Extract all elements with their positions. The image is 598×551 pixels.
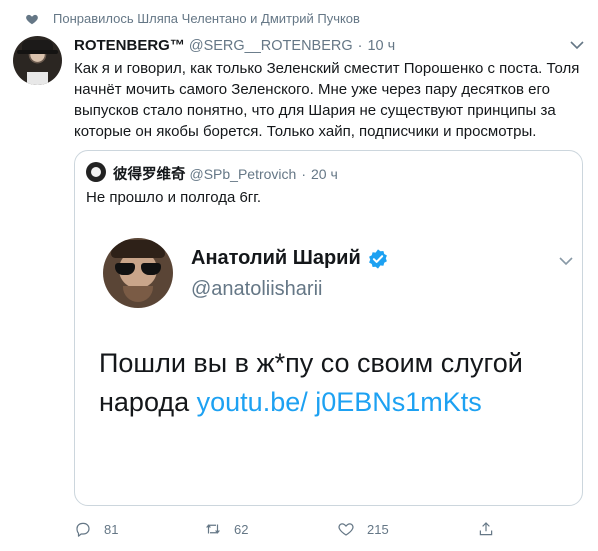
embedded-author-name: Анатолий Шарий xyxy=(191,247,389,270)
share-button[interactable] xyxy=(477,520,507,538)
tweet-header: ROTENBERG™ @SERG__ROTENBERG · 10 ч xyxy=(74,37,395,54)
reply-icon xyxy=(76,522,90,537)
retweet-icon xyxy=(206,524,220,534)
social-context: Понравилось Шляпа Челентано и Дмитрий Пу… xyxy=(26,11,360,26)
author-name[interactable]: ROTENBERG™ xyxy=(74,37,185,54)
retweet-count: 62 xyxy=(234,521,249,537)
embedded-name-text: Анатолий Шарий xyxy=(191,247,361,269)
quoted-tweet[interactable]: 彼得罗维奇 @SPb_Petrovich · 20 ч Не прошло и … xyxy=(74,150,583,506)
embedded-text-link: youtu.be/ j0EBNs1mKts xyxy=(196,387,482,417)
tweet-actions: 81 62 215 xyxy=(74,520,594,542)
reply-count: 81 xyxy=(104,521,119,537)
author-handle[interactable]: @SERG__ROTENBERG xyxy=(189,38,353,54)
retweet-button[interactable]: 62 xyxy=(204,520,248,538)
like-button[interactable]: 215 xyxy=(337,520,389,538)
heart-icon xyxy=(26,14,38,25)
separator-dot: · xyxy=(357,38,363,54)
reply-button[interactable]: 81 xyxy=(74,520,118,538)
chevron-down-icon[interactable] xyxy=(569,39,585,51)
quoted-author-handle[interactable]: @SPb_Petrovich xyxy=(190,166,297,182)
share-icon xyxy=(479,522,493,536)
embedded-author-handle: @anatoliisharii xyxy=(191,278,323,300)
quoted-author-name[interactable]: 彼得罗维奇 xyxy=(113,163,186,184)
separator-dot: · xyxy=(301,166,306,182)
embedded-avatar xyxy=(103,238,173,308)
like-count: 215 xyxy=(367,521,389,537)
verified-badge-icon xyxy=(368,248,387,269)
embedded-tweet-text: Пошли вы в ж*пу со своим слугой народа y… xyxy=(99,344,539,422)
tweet-text: Как я и говорил, как только Зеленский см… xyxy=(74,60,580,140)
like-icon xyxy=(338,523,354,536)
quoted-time[interactable]: 20 ч xyxy=(311,166,338,182)
chevron-down-icon xyxy=(559,257,573,266)
quoted-author-avatar[interactable] xyxy=(86,162,106,182)
tweet-time[interactable]: 10 ч xyxy=(367,38,395,54)
quoted-header: 彼得罗维奇 @SPb_Petrovich · 20 ч xyxy=(113,163,338,184)
quoted-text: Не прошло и полгода 6гг. xyxy=(86,189,262,206)
author-avatar[interactable] xyxy=(13,36,62,85)
social-context-text[interactable]: Понравилось Шляпа Челентано и Дмитрий Пу… xyxy=(53,11,360,26)
